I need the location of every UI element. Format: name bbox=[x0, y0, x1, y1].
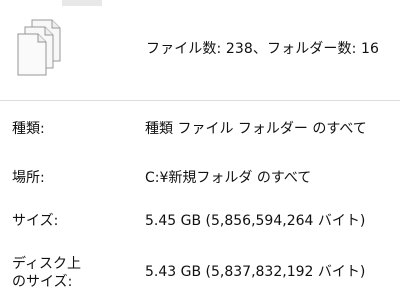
type-label: 種類: bbox=[12, 121, 45, 137]
size-on-disk-value: 5.43 GB (5,837,832,192 バイト) bbox=[145, 264, 366, 280]
item-count-summary: ファイル数: 238、フォルダー数: 16 bbox=[146, 41, 379, 57]
top-edge bbox=[62, 0, 102, 6]
size-on-disk-label-line-1: ディスク上 bbox=[12, 256, 82, 272]
size-value: 5.45 GB (5,856,594,264 バイト) bbox=[145, 213, 366, 229]
files-stack-icon bbox=[12, 17, 70, 81]
type-value: 種類 ファイル フォルダー のすべて bbox=[145, 121, 367, 137]
size-on-disk-label: ディスク上 のサイズ: bbox=[12, 255, 112, 291]
size-label: サイズ: bbox=[12, 213, 59, 229]
location-label: 場所: bbox=[12, 170, 45, 186]
divider bbox=[0, 100, 400, 101]
location-value: C:¥新規フォルダ のすべて bbox=[145, 170, 312, 186]
properties-panel: ファイル数: 238、フォルダー数: 16 種類: 種類 ファイル フォルダー … bbox=[0, 0, 400, 303]
size-on-disk-label-line-2: のサイズ: bbox=[12, 274, 73, 290]
